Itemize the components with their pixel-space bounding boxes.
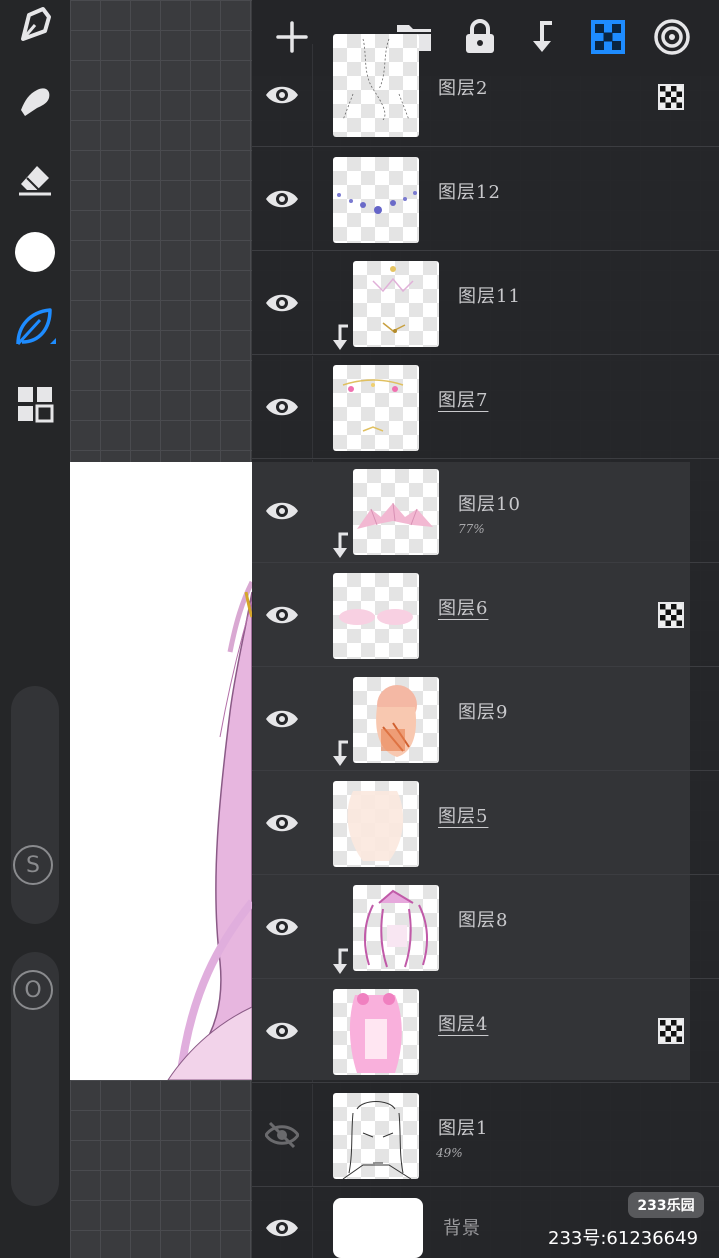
layer-name[interactable]: 图层4 [438, 1010, 488, 1036]
visibility-eye-icon[interactable] [260, 905, 304, 949]
layer-name[interactable]: 图层6 [438, 594, 488, 620]
color-swatch-icon[interactable] [10, 227, 60, 277]
layer-name[interactable]: 图层9 [458, 698, 508, 724]
layer-thumbnail[interactable] [333, 157, 419, 243]
layer-row-divider [312, 44, 313, 146]
layer-row[interactable]: 图层1 49% [252, 1084, 719, 1187]
clipping-mask-arrow-icon [330, 948, 352, 976]
layer-row-divider [312, 772, 313, 874]
layer-name[interactable]: 背景 [443, 1214, 481, 1240]
clipping-mask-arrow-icon [330, 740, 352, 768]
layer-row[interactable]: 图层8 [252, 876, 719, 979]
alpha-lock-checker-icon[interactable] [658, 1018, 684, 1044]
pen-nib-icon[interactable] [10, 0, 60, 50]
visibility-eye-icon[interactable] [260, 385, 304, 429]
opacity-slider-knob[interactable]: O [13, 970, 53, 1010]
layer-row[interactable]: 图层11 [252, 252, 719, 355]
layer-row-divider [312, 252, 313, 354]
grid-apps-icon[interactable] [10, 379, 60, 429]
layer-thumbnail[interactable] [333, 365, 419, 451]
layer-name[interactable]: 图层11 [458, 282, 521, 308]
layer-row-divider [312, 1188, 313, 1258]
clipping-mask-arrow-icon [330, 324, 352, 352]
layer-row-divider [312, 564, 313, 666]
layer-row-divider [312, 148, 313, 250]
layer-row[interactable]: 图层6 [252, 564, 719, 667]
eraser-icon[interactable] [10, 153, 60, 203]
layer-name[interactable]: 图层5 [438, 802, 488, 828]
layer-row-divider [312, 356, 313, 458]
layer-row-divider [312, 980, 313, 1082]
layer-row[interactable]: 图层9 [252, 668, 719, 771]
layer-thumbnail[interactable] [353, 677, 439, 763]
layer-row[interactable]: 图层7 [252, 356, 719, 459]
watermark-logo: 233乐园 [628, 1192, 704, 1218]
layer-row[interactable]: 图层2 [252, 34, 719, 147]
left-toolbar: S O [0, 0, 70, 1258]
layer-thumbnail[interactable] [353, 885, 439, 971]
visibility-eye-icon[interactable] [260, 1009, 304, 1053]
visibility-eye-icon[interactable] [260, 1206, 304, 1250]
layer-thumbnail[interactable] [333, 1093, 419, 1179]
layer-row-divider [312, 668, 313, 770]
layer-name[interactable]: 图层2 [438, 74, 488, 100]
layer-name[interactable]: 图层8 [458, 906, 508, 932]
alpha-lock-checker-icon[interactable] [658, 84, 684, 110]
layer-row-divider [312, 460, 313, 562]
visibility-eye-icon[interactable] [260, 73, 304, 117]
layer-name[interactable]: 图层1 [438, 1114, 488, 1140]
layer-opacity: 77% [458, 522, 485, 536]
layer-row[interactable]: 图层12 [252, 148, 719, 251]
layer-row[interactable]: 图层5 [252, 772, 719, 875]
layer-row[interactable]: 图层10 77% [252, 460, 719, 563]
smudge-icon[interactable] [10, 75, 60, 125]
visibility-eye-icon[interactable] [260, 489, 304, 533]
layers-panel: 图层2 图层12 图层11 图层7 图层10 77% 图层6 图层9 图层5 图层8 图层4 图层1 4… [252, 0, 719, 1258]
visibility-eye-icon[interactable] [260, 801, 304, 845]
size-slider-knob[interactable]: S [13, 845, 53, 885]
layer-name[interactable]: 图层7 [438, 386, 488, 412]
layer-thumbnail[interactable] [333, 34, 419, 137]
layer-thumbnail[interactable] [353, 469, 439, 555]
layer-opacity: 49% [436, 1146, 463, 1160]
visibility-eye-icon[interactable] [260, 177, 304, 221]
layer-row-divider [312, 1084, 313, 1186]
layer-row-divider [312, 876, 313, 978]
layer-thumbnail[interactable] [333, 781, 419, 867]
watermark-id-text: 233号:61236649 [548, 1228, 699, 1249]
layer-thumbnail[interactable] [333, 1198, 423, 1258]
alpha-lock-checker-icon[interactable] [658, 602, 684, 628]
leaf-brush-icon[interactable] [10, 302, 60, 352]
clipping-mask-arrow-icon [330, 532, 352, 560]
layer-row[interactable]: 图层4 [252, 980, 719, 1083]
layer-name[interactable]: 图层10 [458, 490, 521, 516]
layer-thumbnail[interactable] [353, 261, 439, 347]
layer-thumbnail[interactable] [333, 573, 419, 659]
visibility-eye-icon[interactable] [260, 593, 304, 637]
hidden-eye-icon[interactable] [260, 1113, 304, 1157]
layer-name[interactable]: 图层12 [438, 178, 501, 204]
visibility-eye-icon[interactable] [260, 281, 304, 325]
brush-size-slider[interactable] [11, 686, 59, 924]
visibility-eye-icon[interactable] [260, 697, 304, 741]
layer-thumbnail[interactable] [333, 989, 419, 1075]
